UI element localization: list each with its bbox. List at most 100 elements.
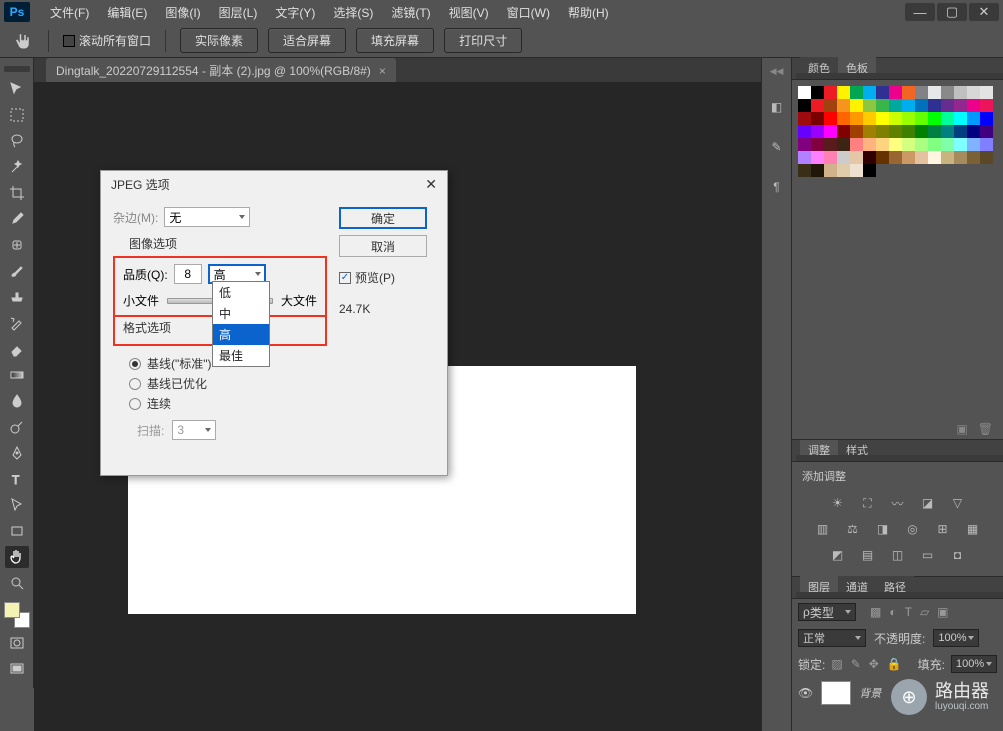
- color-swatch[interactable]: [811, 151, 824, 164]
- color-swatch[interactable]: [941, 138, 954, 151]
- eyedropper-tool-icon[interactable]: [5, 208, 29, 230]
- preset-option-medium[interactable]: 中: [213, 303, 269, 324]
- print-size-button[interactable]: 打印尺寸: [444, 28, 522, 53]
- color-swatch[interactable]: [915, 112, 928, 125]
- color-swatch[interactable]: [915, 86, 928, 99]
- rectangle-tool-icon[interactable]: [5, 520, 29, 542]
- color-swatch[interactable]: [980, 112, 993, 125]
- color-swatch[interactable]: [850, 138, 863, 151]
- color-swatch[interactable]: [928, 138, 941, 151]
- color-swatch[interactable]: [824, 86, 837, 99]
- color-swatch[interactable]: [824, 99, 837, 112]
- lookup-icon[interactable]: ▦: [964, 520, 982, 538]
- scroll-all-windows-checkbox[interactable]: 滚动所有窗口: [63, 32, 151, 49]
- menu-help[interactable]: 帮助(H): [560, 4, 617, 21]
- color-swatch[interactable]: [876, 125, 889, 138]
- filter-adjust-icon[interactable]: ◐: [889, 605, 896, 619]
- menu-filter[interactable]: 滤镜(T): [383, 4, 438, 21]
- lasso-tool-icon[interactable]: [5, 130, 29, 152]
- color-swatch[interactable]: [967, 112, 980, 125]
- color-swatch[interactable]: [798, 164, 811, 177]
- color-swatch[interactable]: [941, 125, 954, 138]
- blend-mode-select[interactable]: 正常: [798, 629, 866, 647]
- quick-mask-icon[interactable]: [5, 632, 29, 654]
- color-swatch[interactable]: [941, 86, 954, 99]
- history-icon[interactable]: ◧: [767, 97, 787, 117]
- color-swatch[interactable]: [902, 99, 915, 112]
- healing-brush-tool-icon[interactable]: [5, 234, 29, 256]
- pen-tool-icon[interactable]: [5, 442, 29, 464]
- color-swatch[interactable]: [980, 125, 993, 138]
- filter-type-icon[interactable]: T: [905, 605, 912, 619]
- color-swatch[interactable]: [876, 99, 889, 112]
- color-swatch[interactable]: [915, 99, 928, 112]
- color-swatch[interactable]: [824, 112, 837, 125]
- color-swatch[interactable]: [954, 138, 967, 151]
- color-swatch[interactable]: [889, 151, 902, 164]
- color-swatch[interactable]: [863, 86, 876, 99]
- color-swatch[interactable]: [798, 151, 811, 164]
- color-swatch[interactable]: [980, 151, 993, 164]
- menu-layer[interactable]: 图层(L): [211, 4, 266, 21]
- fit-screen-button[interactable]: 适合屏幕: [268, 28, 346, 53]
- color-swatch[interactable]: [837, 125, 850, 138]
- color-swatch[interactable]: [902, 125, 915, 138]
- color-swatch[interactable]: [967, 125, 980, 138]
- color-swatch[interactable]: [837, 99, 850, 112]
- magic-wand-tool-icon[interactable]: [5, 156, 29, 178]
- eraser-tool-icon[interactable]: [5, 338, 29, 360]
- tab-color[interactable]: 颜色: [800, 57, 838, 79]
- color-swatch[interactable]: [798, 125, 811, 138]
- menu-image[interactable]: 图像(I): [157, 4, 208, 21]
- preset-option-high[interactable]: 高: [213, 324, 269, 345]
- visibility-icon[interactable]: 👁: [798, 686, 813, 700]
- color-swatch[interactable]: [980, 86, 993, 99]
- foreground-color-swatch[interactable]: [4, 602, 20, 618]
- tab-swatches[interactable]: 色板: [838, 57, 876, 79]
- color-swatch[interactable]: [902, 112, 915, 125]
- color-swatch[interactable]: [980, 99, 993, 112]
- brush-preset-icon[interactable]: ✎: [767, 137, 787, 157]
- document-tab[interactable]: Dingtalk_20220729112554 - 副本 (2).jpg @ 1…: [46, 58, 396, 83]
- color-swatch[interactable]: [954, 112, 967, 125]
- color-swatch[interactable]: [863, 112, 876, 125]
- color-swatch[interactable]: [876, 151, 889, 164]
- preset-option-low[interactable]: 低: [213, 282, 269, 303]
- selective-color-icon[interactable]: ◘: [949, 546, 967, 564]
- brightness-icon[interactable]: ☀: [829, 494, 847, 512]
- new-swatch-icon[interactable]: ▣: [956, 422, 967, 436]
- photo-filter-icon[interactable]: ◎: [904, 520, 922, 538]
- cancel-button[interactable]: 取消: [339, 235, 427, 257]
- swatch-grid[interactable]: [792, 80, 1003, 183]
- clone-stamp-tool-icon[interactable]: [5, 286, 29, 308]
- color-swatch[interactable]: [928, 151, 941, 164]
- lock-transparent-icon[interactable]: ▨: [831, 657, 842, 671]
- crop-tool-icon[interactable]: [5, 182, 29, 204]
- radio-progressive[interactable]: 连续: [129, 395, 319, 412]
- color-swatch[interactable]: [811, 164, 824, 177]
- gradient-map-icon[interactable]: ▭: [919, 546, 937, 564]
- blur-tool-icon[interactable]: [5, 390, 29, 412]
- dialog-title-bar[interactable]: JPEG 选项 ✕: [101, 171, 447, 197]
- ok-button[interactable]: 确定: [339, 207, 427, 229]
- lock-all-icon[interactable]: 🔒: [887, 657, 902, 671]
- channel-mixer-icon[interactable]: ⊞: [934, 520, 952, 538]
- gradient-tool-icon[interactable]: [5, 364, 29, 386]
- color-swatch[interactable]: [980, 138, 993, 151]
- lock-position-icon[interactable]: ✥: [869, 657, 879, 671]
- color-swatch[interactable]: [798, 86, 811, 99]
- color-swatch[interactable]: [850, 86, 863, 99]
- color-swatch[interactable]: [850, 164, 863, 177]
- color-swatch[interactable]: [850, 151, 863, 164]
- color-swatch[interactable]: [915, 125, 928, 138]
- history-brush-tool-icon[interactable]: [5, 312, 29, 334]
- color-swatch[interactable]: [889, 86, 902, 99]
- filter-shape-icon[interactable]: ▱: [920, 605, 929, 619]
- dialog-close-icon[interactable]: ✕: [425, 176, 437, 193]
- color-swatch[interactable]: [824, 164, 837, 177]
- color-swatch[interactable]: [967, 138, 980, 151]
- filter-smart-icon[interactable]: ▣: [937, 605, 948, 619]
- color-swatch[interactable]: [889, 99, 902, 112]
- color-swatch[interactable]: [863, 99, 876, 112]
- fill-screen-button[interactable]: 填充屏幕: [356, 28, 434, 53]
